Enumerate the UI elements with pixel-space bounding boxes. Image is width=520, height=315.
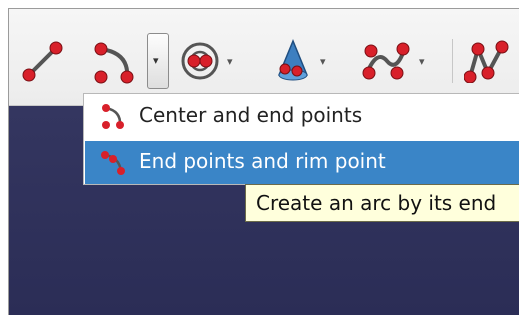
menu-item-end-points-and-rim-point[interactable]: End points and rim point bbox=[85, 141, 519, 184]
freecad-window: ▾ ▾ ▾ ▾ Center and end points End points… bbox=[8, 8, 519, 315]
arc-dropdown-button[interactable]: ▾ bbox=[147, 33, 169, 89]
circle-tool-icon bbox=[181, 42, 219, 80]
arc-dropdown-menu: Center and end points End points and rim… bbox=[83, 93, 519, 185]
circle-dropdown-arrow[interactable]: ▾ bbox=[227, 55, 233, 68]
bspline-tool-button[interactable] bbox=[361, 39, 411, 83]
polyline-tool-button[interactable] bbox=[464, 39, 514, 83]
line-tool-button[interactable] bbox=[21, 39, 65, 83]
polyline-tool-icon bbox=[464, 40, 509, 83]
conic-dropdown-arrow[interactable]: ▾ bbox=[320, 55, 326, 68]
chevron-down-icon: ▾ bbox=[153, 54, 159, 67]
bspline-tool-icon bbox=[362, 42, 410, 80]
tooltip-text: Create an arc by its end bbox=[256, 191, 497, 215]
arc-endpoints-icon bbox=[101, 151, 125, 175]
toolbar-separator bbox=[452, 39, 453, 83]
arc-center-icon bbox=[102, 104, 124, 129]
arc-tool-button[interactable] bbox=[89, 39, 139, 84]
menu-item-label: Center and end points bbox=[139, 103, 363, 127]
conic-tool-button[interactable] bbox=[271, 39, 315, 83]
bspline-dropdown-arrow[interactable]: ▾ bbox=[419, 55, 425, 68]
circle-tool-button[interactable] bbox=[179, 39, 223, 83]
tooltip: Create an arc by its end bbox=[245, 184, 519, 222]
sketcher-toolbar: ▾ ▾ ▾ ▾ bbox=[9, 9, 519, 106]
arc-tool-icon bbox=[94, 42, 134, 84]
cone-tool-icon bbox=[278, 39, 308, 81]
menu-item-center-and-end-points[interactable]: Center and end points bbox=[85, 95, 519, 138]
menu-item-label: End points and rim point bbox=[139, 149, 386, 173]
line-tool-icon bbox=[22, 41, 63, 82]
